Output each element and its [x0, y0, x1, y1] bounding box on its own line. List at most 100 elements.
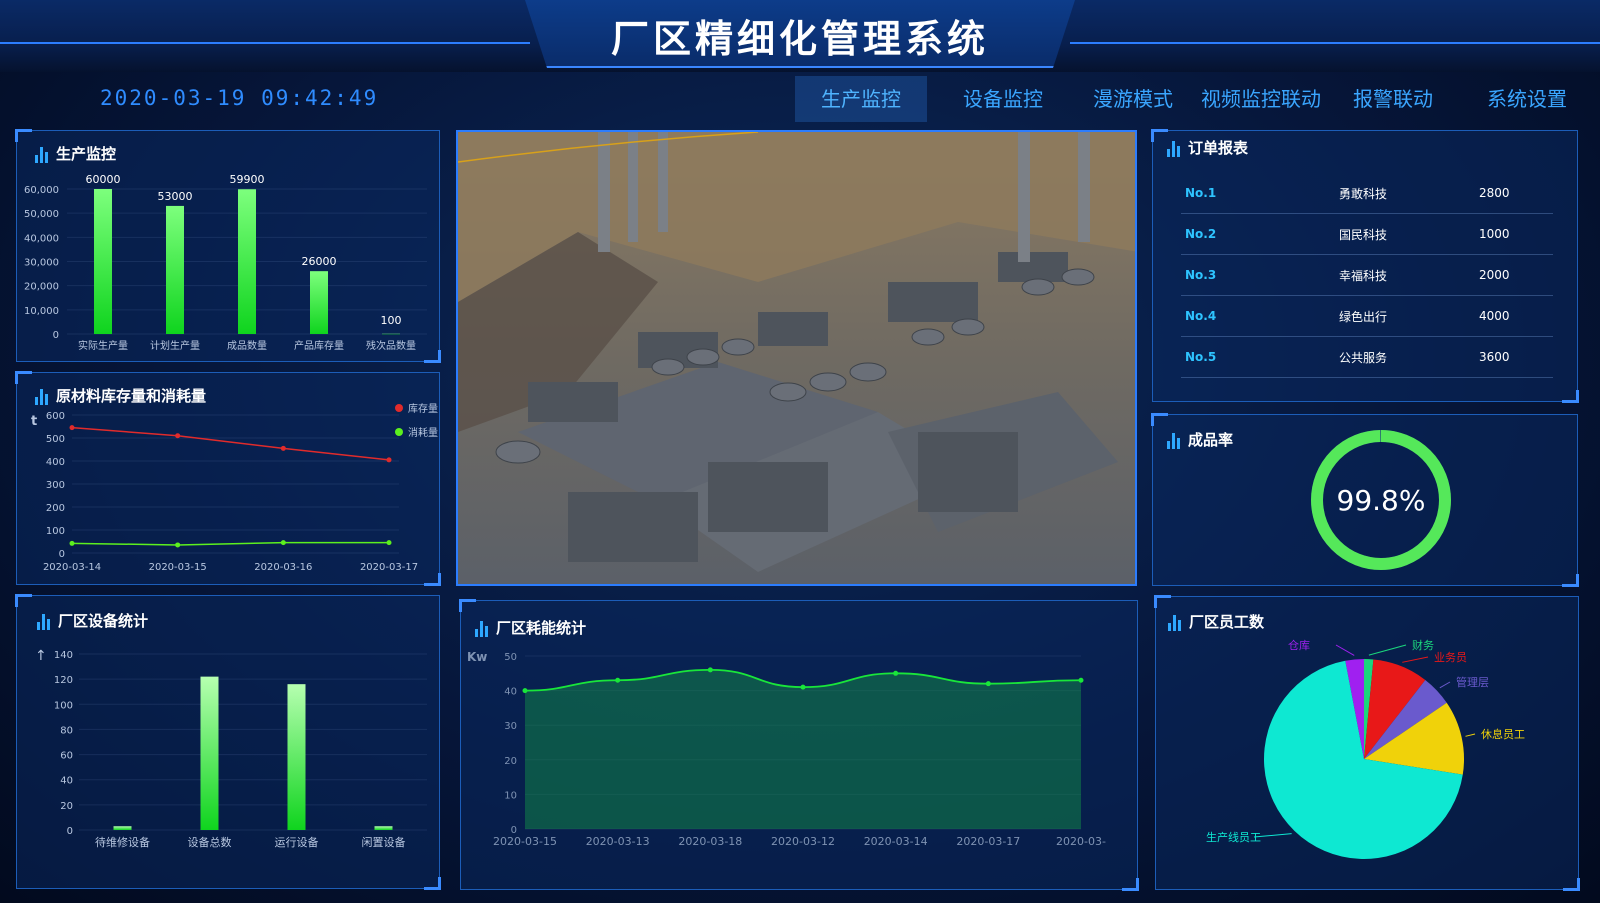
- orders-panel: 订单报表 No.1 勇敢科技 2800 No.2 国民科技 1000 No.3 幸福科技 200…: [1151, 129, 1579, 403]
- nav-item-alarm[interactable]: 报警联动: [1339, 76, 1447, 122]
- pie-label: 财务: [1412, 638, 1434, 652]
- x-tick-label: 2020-03-17: [360, 562, 418, 573]
- top-nav: 生产监控 设备监控 漫游模式 视频监控联动 报警联动 系统设置: [795, 76, 1585, 122]
- pie-label: 业务员: [1434, 651, 1467, 664]
- order-company: 绿色出行: [1339, 309, 1388, 324]
- bar: [382, 333, 400, 335]
- legend-inventory-dot: [395, 404, 403, 412]
- nav-item-settings[interactable]: 系统设置: [1473, 76, 1581, 122]
- orders-title: 订单报表: [1167, 137, 1248, 158]
- y-tick-label: 600: [46, 411, 65, 422]
- data-point: [386, 457, 392, 463]
- nav-item-roaming[interactable]: 漫游模式: [1079, 76, 1187, 122]
- bars-icon: [1167, 139, 1180, 157]
- factory-3d-view[interactable]: [456, 130, 1137, 586]
- staff-pie-chart: 仓库 财务业务员管理层休息员工生产线员工: [1206, 638, 1525, 859]
- order-rank: No.3: [1185, 268, 1217, 282]
- data-point: [69, 425, 75, 431]
- y-axis-arrow-icon: ↑: [35, 648, 47, 664]
- y-tick-label: 100: [46, 526, 65, 537]
- energy-area-chart: Kw 504030201002020-03-15 2020-03-13 2020-03…: [467, 650, 1106, 848]
- order-row: No.2 国民科技 1000: [1181, 214, 1553, 255]
- bar-value-label: 53000: [158, 190, 193, 203]
- data-point: [800, 684, 806, 690]
- gauge-value-label: 99.8%: [1337, 484, 1426, 517]
- order-value: 3600: [1479, 350, 1510, 364]
- data-point: [69, 540, 75, 546]
- y-tick-label: 20: [504, 756, 517, 767]
- data-point: [985, 681, 991, 687]
- order-row: No.4 绿色出行 4000: [1181, 296, 1553, 337]
- bar: [166, 205, 184, 334]
- x-tick-label: 2020-03-12: [771, 835, 835, 848]
- legend-consumption-dot: [395, 428, 403, 436]
- nav-item-video[interactable]: 视频监控联动: [1187, 76, 1335, 122]
- y-tick-label: 40: [60, 776, 73, 787]
- energy-area: [525, 669, 1081, 829]
- data-point: [522, 688, 528, 694]
- orders-list: No.1 勇敢科技 2800 No.2 国民科技 1000 No.3 幸福科技 2000 No.4…: [1181, 173, 1553, 387]
- order-value: 4000: [1479, 309, 1510, 323]
- data-point: [1078, 677, 1084, 683]
- x-tick-label: 2020-03-14: [864, 835, 928, 848]
- production-panel: 生产监控 60,000 50,000 40,000 30,000 20,000 10,00…: [15, 129, 441, 363]
- x-tick-label: 产品库存量: [294, 339, 344, 352]
- data-point: [386, 540, 392, 546]
- inventory-series-line: [71, 426, 390, 461]
- order-company: 幸福科技: [1339, 268, 1388, 283]
- order-value: 2000: [1479, 268, 1510, 282]
- y-tick-label: 10: [504, 790, 517, 801]
- y-unit-label: t: [31, 414, 37, 429]
- x-tick-label: 2020-03-14: [43, 562, 101, 573]
- y-tick-label: 200: [46, 503, 65, 514]
- x-tick-label: 待维修设备: [95, 835, 150, 849]
- x-tick-label: 2020-03-15: [149, 562, 207, 573]
- data-point: [615, 677, 621, 683]
- x-tick-label: 2020-03-13: [586, 835, 650, 848]
- factory-scene: [458, 132, 1135, 584]
- order-company: 勇敢科技: [1339, 186, 1388, 201]
- data-point: [175, 542, 181, 548]
- consumption-series-line: [71, 541, 389, 546]
- order-rank: No.1: [1185, 186, 1217, 200]
- y-tick-label: 120: [54, 675, 73, 686]
- y-tick-label: 60: [60, 751, 73, 762]
- y-tick-label: 50: [504, 652, 517, 663]
- y-tick-label: 50,000: [24, 209, 59, 220]
- x-tick-label: 实际生产量: [78, 339, 128, 352]
- data-point: [707, 667, 713, 673]
- bar-value-label: 59900: [230, 173, 265, 186]
- header-line-right: [1070, 42, 1600, 44]
- pie-label: 休息员工: [1481, 727, 1525, 741]
- y-tick-label: 10,000: [24, 306, 59, 317]
- orders-title-text: 订单报表: [1188, 139, 1249, 157]
- pie-label: 生产线员工: [1206, 830, 1261, 844]
- staff-panel: 厂区员工数 仓库 财务 业务员 管理层 休息员工 生产线员工: [1154, 595, 1580, 891]
- production-bar-chart: 60,000 50,000 40,000 30,000 20,000 10,000 0 600…: [24, 173, 427, 352]
- order-company: 国民科技: [1339, 227, 1388, 242]
- y-tick-label: 0: [67, 826, 73, 837]
- bar: [113, 826, 132, 830]
- nav-item-production[interactable]: 生产监控: [795, 76, 927, 122]
- materials-line-chart: t 600 500 400 300 200 100 0 2020-03-14 2020-03-15…: [31, 402, 438, 573]
- bar-value-label: 100: [381, 314, 402, 327]
- bar: [374, 826, 393, 830]
- x-tick-label: 运行设备: [275, 835, 319, 849]
- pie-label-line: [1465, 733, 1476, 737]
- y-tick-label: 400: [46, 457, 65, 468]
- x-tick-label: 2020-03-: [1056, 835, 1106, 848]
- y-tick-label: 0: [53, 330, 59, 341]
- order-row: No.3 幸福科技 2000: [1181, 255, 1553, 296]
- pie-label-line: [1368, 644, 1407, 656]
- x-tick-label: 闲置设备: [362, 835, 406, 849]
- order-rank: No.5: [1185, 350, 1217, 364]
- bar: [94, 189, 112, 334]
- materials-panel: 原材料库存量和消耗量 t 600 500 400 300 200 100 0 2020-03-1…: [15, 371, 441, 586]
- x-tick-label: 2020-03-16: [254, 562, 312, 573]
- header-line-left: [0, 42, 530, 44]
- y-tick-label: 20: [60, 801, 73, 812]
- nav-item-equipment[interactable]: 设备监控: [949, 76, 1057, 122]
- x-tick-label: 残次品数量: [366, 339, 416, 352]
- x-tick-label: 设备总数: [188, 835, 232, 849]
- order-value: 2800: [1479, 186, 1510, 200]
